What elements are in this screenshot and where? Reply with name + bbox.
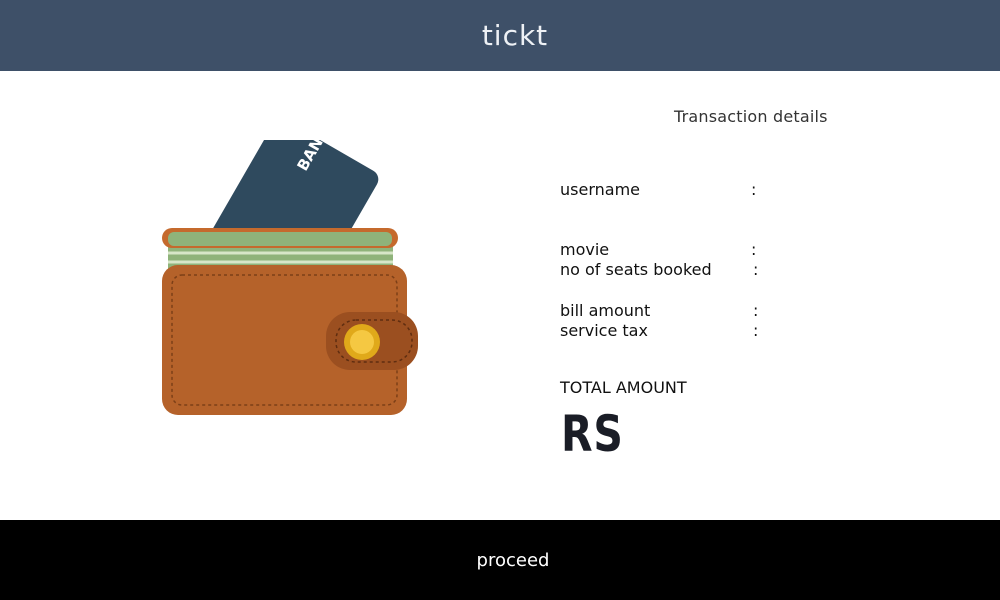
wallet-icon: BANK	[162, 119, 418, 415]
proceed-label: proceed	[476, 549, 550, 571]
detail-separator: :	[753, 260, 759, 279]
app-header: tickt	[0, 0, 1000, 71]
proceed-button[interactable]: proceed	[0, 520, 1000, 600]
detail-label-username: username	[560, 180, 640, 199]
detail-label-movie: movie	[560, 240, 610, 259]
detail-label-bill-amount: bill amount	[560, 301, 651, 320]
detail-separator: :	[751, 180, 757, 199]
wallet-illustration: BANK	[150, 119, 430, 430]
total-amount-label: TOTAL AMOUNT	[560, 378, 687, 397]
detail-separator: :	[751, 240, 757, 259]
detail-separator: :	[753, 321, 759, 340]
transaction-details-title: Transaction details	[674, 107, 828, 126]
total-amount-value: RS	[561, 405, 624, 463]
detail-label-service-tax: service tax	[560, 321, 648, 340]
detail-separator: :	[753, 301, 759, 320]
app-title: tickt	[481, 19, 549, 52]
detail-label-seats: no of seats booked	[560, 260, 712, 279]
